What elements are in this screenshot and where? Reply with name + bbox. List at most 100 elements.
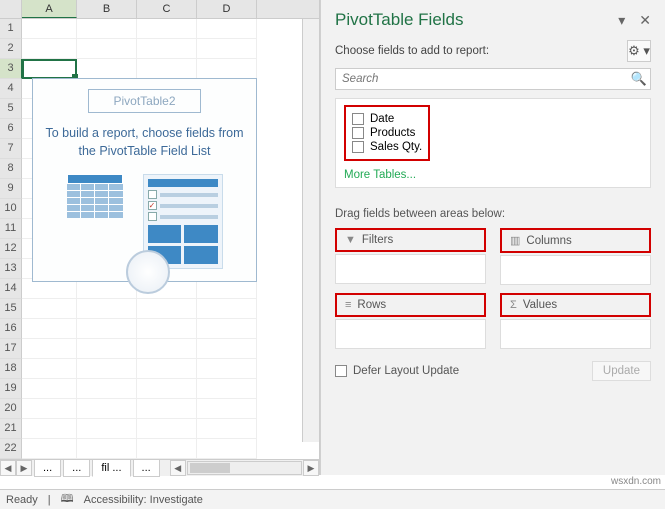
cell[interactable] bbox=[197, 59, 257, 79]
cell[interactable] bbox=[197, 399, 257, 419]
cell[interactable] bbox=[137, 59, 197, 79]
cell[interactable] bbox=[197, 19, 257, 39]
columns-area[interactable]: ▥Columns bbox=[500, 228, 651, 285]
cell[interactable] bbox=[22, 19, 77, 39]
values-area[interactable]: ΣValues bbox=[500, 293, 651, 349]
close-icon[interactable]: ✕ bbox=[639, 12, 651, 29]
worksheet-tab[interactable]: ... bbox=[34, 459, 61, 477]
cell[interactable] bbox=[197, 319, 257, 339]
col-header-a[interactable]: A bbox=[22, 0, 77, 18]
cell[interactable] bbox=[197, 279, 257, 299]
field-item[interactable]: Sales Qty. bbox=[352, 141, 422, 153]
cell[interactable] bbox=[77, 439, 137, 459]
rows-area[interactable]: ≡Rows bbox=[335, 293, 486, 349]
cell[interactable] bbox=[137, 19, 197, 39]
cell[interactable] bbox=[137, 379, 197, 399]
cell[interactable] bbox=[22, 419, 77, 439]
hscroll-left[interactable]: ◀ bbox=[170, 460, 186, 476]
cell[interactable] bbox=[197, 419, 257, 439]
cell[interactable] bbox=[22, 59, 77, 79]
row-header[interactable]: 6 bbox=[0, 119, 22, 139]
worksheet-tab[interactable]: ... bbox=[133, 459, 160, 477]
cell[interactable] bbox=[22, 339, 77, 359]
cell[interactable] bbox=[77, 399, 137, 419]
cell[interactable] bbox=[197, 379, 257, 399]
search-input[interactable] bbox=[336, 69, 628, 89]
cell[interactable] bbox=[22, 399, 77, 419]
select-all-corner[interactable] bbox=[0, 0, 22, 18]
more-tables-link[interactable]: More Tables... bbox=[344, 169, 642, 181]
cell[interactable] bbox=[137, 39, 197, 59]
rows-dropzone[interactable] bbox=[335, 319, 486, 349]
pane-menu-icon[interactable]: ▾ bbox=[618, 12, 625, 29]
row-header[interactable]: 9 bbox=[0, 179, 22, 199]
cell[interactable] bbox=[77, 19, 137, 39]
field-item[interactable]: Products bbox=[352, 127, 422, 139]
cell[interactable] bbox=[197, 299, 257, 319]
checkbox[interactable] bbox=[352, 113, 364, 125]
checkbox[interactable] bbox=[352, 127, 364, 139]
grid[interactable]: A B C D 12345678910111213141516171819202… bbox=[0, 0, 319, 459]
col-header-d[interactable]: D bbox=[197, 0, 257, 18]
row-header[interactable]: 18 bbox=[0, 359, 22, 379]
row-header[interactable]: 17 bbox=[0, 339, 22, 359]
cell[interactable] bbox=[22, 319, 77, 339]
row-header[interactable]: 7 bbox=[0, 139, 22, 159]
field-list[interactable]: Date Products Sales Qty. More Tables... bbox=[335, 98, 651, 188]
cell[interactable] bbox=[197, 39, 257, 59]
row-header[interactable]: 16 bbox=[0, 319, 22, 339]
gear-icon[interactable]: ⚙ ▾ bbox=[627, 40, 651, 62]
cell[interactable] bbox=[137, 359, 197, 379]
columns-dropzone[interactable] bbox=[500, 255, 651, 285]
search-icon[interactable]: 🔍 bbox=[628, 69, 650, 89]
row-header[interactable]: 11 bbox=[0, 219, 22, 239]
worksheet-tab[interactable]: ... bbox=[63, 459, 90, 477]
cell[interactable] bbox=[137, 439, 197, 459]
tab-nav-prev[interactable]: ◀ bbox=[0, 460, 16, 476]
cell[interactable] bbox=[77, 359, 137, 379]
filters-dropzone[interactable] bbox=[335, 254, 486, 284]
values-dropzone[interactable] bbox=[500, 319, 651, 349]
row-header[interactable]: 3 bbox=[0, 59, 22, 79]
row-header[interactable]: 13 bbox=[0, 259, 22, 279]
cell[interactable] bbox=[197, 359, 257, 379]
cell[interactable] bbox=[22, 299, 77, 319]
vertical-scrollbar[interactable] bbox=[302, 19, 319, 442]
cell[interactable] bbox=[22, 359, 77, 379]
tab-nav-next[interactable]: ▶ bbox=[16, 460, 32, 476]
cell[interactable] bbox=[77, 319, 137, 339]
col-header-b[interactable]: B bbox=[77, 0, 137, 18]
col-header-c[interactable]: C bbox=[137, 0, 197, 18]
cell[interactable] bbox=[22, 379, 77, 399]
cell[interactable] bbox=[137, 339, 197, 359]
row-header[interactable]: 14 bbox=[0, 279, 22, 299]
cell[interactable] bbox=[137, 299, 197, 319]
row-header[interactable]: 8 bbox=[0, 159, 22, 179]
status-accessibility[interactable]: Accessibility: Investigate bbox=[84, 494, 203, 506]
row-header[interactable]: 4 bbox=[0, 79, 22, 99]
cell[interactable] bbox=[22, 39, 77, 59]
row-header[interactable]: 20 bbox=[0, 399, 22, 419]
worksheet-tab-active[interactable]: fil ... bbox=[92, 459, 130, 477]
row-header[interactable]: 1 bbox=[0, 19, 22, 39]
row-header[interactable]: 2 bbox=[0, 39, 22, 59]
row-header[interactable]: 19 bbox=[0, 379, 22, 399]
row-header[interactable]: 12 bbox=[0, 239, 22, 259]
cell[interactable] bbox=[77, 339, 137, 359]
update-button[interactable]: Update bbox=[592, 361, 651, 381]
row-header[interactable]: 21 bbox=[0, 419, 22, 439]
cell[interactable] bbox=[77, 379, 137, 399]
cell[interactable] bbox=[197, 339, 257, 359]
cell[interactable] bbox=[197, 439, 257, 459]
hscroll-track[interactable] bbox=[187, 461, 302, 475]
hscroll-right[interactable]: ▶ bbox=[303, 460, 319, 476]
accessibility-icon[interactable]: 🕮 bbox=[61, 490, 74, 509]
cell[interactable] bbox=[137, 319, 197, 339]
defer-checkbox[interactable] bbox=[335, 365, 347, 377]
row-header[interactable]: 5 bbox=[0, 99, 22, 119]
sheet-tab-bar[interactable]: ◀ ▶ ... ... fil ... ... ◀ ▶ bbox=[0, 459, 319, 476]
cell[interactable] bbox=[77, 39, 137, 59]
row-header[interactable]: 22 bbox=[0, 439, 22, 459]
field-item[interactable]: Date bbox=[352, 113, 422, 125]
cell[interactable] bbox=[22, 279, 77, 299]
